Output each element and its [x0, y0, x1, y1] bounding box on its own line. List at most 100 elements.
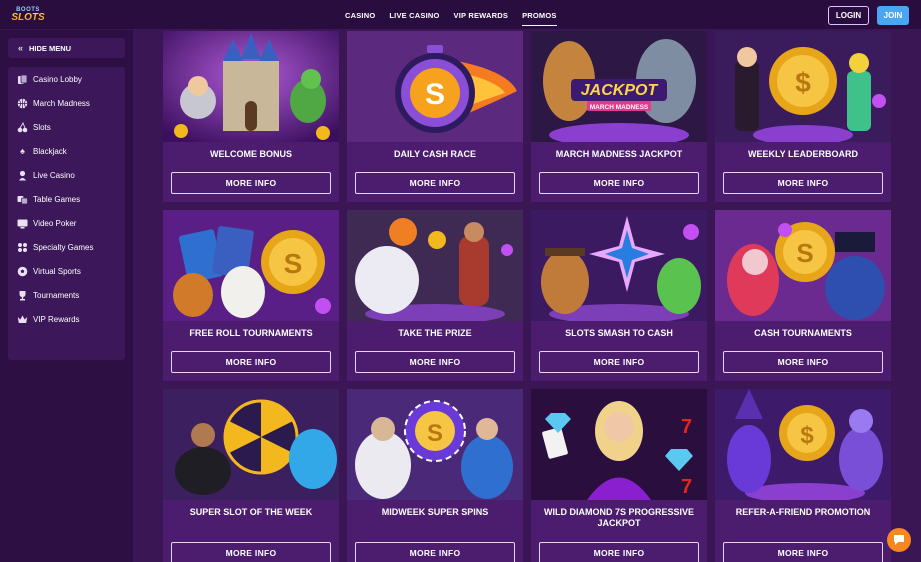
sidebar-item-label: Blackjack	[33, 146, 67, 156]
hide-menu-button[interactable]: « HIDE MENU	[8, 38, 125, 58]
promo-title: MARCH MADNESS JACKPOT	[555, 149, 683, 159]
jackpot-logo-text: JACKPOT	[581, 82, 659, 99]
promo-card-take-the-prize: TAKE THE PRIZE MORE INFO	[347, 210, 523, 381]
cards-icon	[17, 74, 28, 85]
chat-bubble-icon	[894, 535, 904, 545]
svg-text:7: 7	[681, 416, 692, 438]
svg-text:7: 7	[681, 476, 692, 498]
cherries-icon	[17, 121, 28, 133]
promo-image[interactable]	[531, 210, 707, 321]
promo-card-wild-diamond-7s: 7 7 WILD DIAMOND 7S PROGRESSIVE JACKPOT …	[531, 389, 707, 562]
promo-image[interactable]: JACKPOT MARCH MADNESS	[531, 31, 707, 142]
promo-card-march-madness-jackpot: JACKPOT MARCH MADNESS MARCH MADNESS JACK…	[531, 31, 707, 202]
spade-icon: ♠	[20, 146, 25, 156]
more-info-button[interactable]: MORE INFO	[539, 351, 699, 373]
promo-title: WILD DIAMOND 7S PROGRESSIVE JACKPOT	[543, 507, 695, 528]
more-info-button[interactable]: MORE INFO	[723, 351, 883, 373]
sidebar-item-label: Virtual Sports	[33, 266, 81, 276]
more-info-button[interactable]: MORE INFO	[355, 172, 515, 194]
more-info-button[interactable]: MORE INFO	[539, 172, 699, 194]
promo-image[interactable]	[163, 389, 339, 500]
svg-text:S: S	[427, 420, 443, 447]
promo-image[interactable]: 7 7	[531, 389, 707, 500]
sidebar-item-march-madness[interactable]: March Madness	[8, 91, 125, 115]
more-info-button[interactable]: MORE INFO	[171, 172, 331, 194]
more-info-button[interactable]: MORE INFO	[171, 542, 331, 562]
jackpot-logo-subtext: MARCH MADNESS	[590, 104, 649, 111]
grid-icon	[17, 242, 28, 253]
promo-title: WELCOME BONUS	[210, 149, 292, 159]
logo-bottom-text: SLOTS	[11, 12, 45, 23]
promo-card-super-slot-of-the-week: SUPER SLOT OF THE WEEK MORE INFO	[163, 389, 339, 562]
sidebar-item-table-games[interactable]: Table Games	[8, 187, 125, 211]
sidebar-item-tournaments[interactable]: Tournaments	[8, 283, 125, 307]
sidebar-item-label: March Madness	[33, 98, 90, 108]
trophy-icon	[17, 290, 28, 301]
screen-icon	[17, 218, 28, 229]
nav-promos[interactable]: PROMOS	[515, 0, 564, 30]
soccer-ball-icon	[17, 266, 28, 277]
promo-card-midweek-super-spins: S MIDWEEK SUPER SPINS MORE INFO	[347, 389, 523, 562]
site-logo[interactable]: BOOTS SLOTS	[11, 4, 45, 26]
sidebar-item-blackjack[interactable]: ♠ Blackjack	[8, 139, 125, 163]
promo-image[interactable]: S	[715, 210, 891, 321]
sidebar-item-vip-rewards[interactable]: VIP Rewards	[8, 307, 125, 331]
crown-icon	[17, 314, 28, 325]
more-info-button[interactable]: MORE INFO	[355, 351, 515, 373]
sidebar-item-virtual-sports[interactable]: Virtual Sports	[8, 259, 125, 283]
promo-image[interactable]: S	[347, 389, 523, 500]
svg-text:S: S	[796, 238, 813, 268]
promo-card-daily-cash-race: S DAILY CASH RACE MORE INFO	[347, 31, 523, 202]
promo-card-welcome-bonus: WELCOME BONUS MORE INFO	[163, 31, 339, 202]
promo-image[interactable]: $	[715, 31, 891, 142]
promo-card-refer-a-friend: $ REFER-A-FRIEND PROMOTION MORE INFO	[715, 389, 891, 562]
promo-image[interactable]: $	[715, 389, 891, 500]
promo-title: SUPER SLOT OF THE WEEK	[189, 507, 313, 517]
dealer-icon	[17, 170, 28, 181]
sidebar-item-label: Table Games	[33, 194, 81, 204]
promo-image[interactable]	[163, 31, 339, 142]
promo-title: TAKE THE PRIZE	[398, 328, 472, 338]
sidebar-item-label: Casino Lobby	[33, 74, 82, 84]
promo-title: MIDWEEK SUPER SPINS	[381, 507, 489, 517]
promo-title: DAILY CASH RACE	[393, 149, 476, 159]
promo-card-slots-smash-to-cash: SLOTS SMASH TO CASH MORE INFO	[531, 210, 707, 381]
promo-image[interactable]: S	[163, 210, 339, 321]
sidebar-item-slots[interactable]: Slots	[8, 115, 125, 139]
dice-icon	[17, 194, 28, 205]
more-info-button[interactable]: MORE INFO	[723, 172, 883, 194]
sidebar-item-casino-lobby[interactable]: Casino Lobby	[8, 67, 125, 91]
more-info-button[interactable]: MORE INFO	[539, 542, 699, 562]
more-info-button[interactable]: MORE INFO	[171, 351, 331, 373]
nav-live-casino[interactable]: LIVE CASINO	[382, 0, 446, 30]
sidebar-menu: Casino Lobby March Madness Slots ♠ Black…	[8, 67, 125, 360]
sidebar-item-label: Video Poker	[33, 218, 77, 228]
live-chat-button[interactable]	[887, 528, 911, 552]
double-chevron-left-icon: «	[18, 43, 24, 53]
promo-image[interactable]	[347, 210, 523, 321]
nav-vip-rewards[interactable]: VIP REWARDS	[447, 0, 516, 30]
sidebar-item-label: Live Casino	[33, 170, 75, 180]
login-button[interactable]: LOGIN	[828, 6, 869, 25]
hide-menu-label: HIDE MENU	[29, 43, 72, 53]
sidebar: « HIDE MENU Casino Lobby March Madness S…	[0, 30, 133, 562]
nav-casino[interactable]: CASINO	[338, 0, 382, 30]
sidebar-item-specialty-games[interactable]: Specialty Games	[8, 235, 125, 259]
promo-title: SLOTS SMASH TO CASH	[565, 328, 673, 338]
promo-title: WEEKLY LEADERBOARD	[747, 149, 858, 159]
sidebar-item-label: VIP Rewards	[33, 314, 80, 324]
promo-image[interactable]: S	[347, 31, 523, 142]
basketball-icon	[17, 98, 28, 109]
main-nav: CASINO LIVE CASINO VIP REWARDS PROMOS	[338, 0, 564, 30]
more-info-button[interactable]: MORE INFO	[723, 542, 883, 562]
more-info-button[interactable]: MORE INFO	[355, 542, 515, 562]
svg-text:S: S	[284, 248, 303, 279]
svg-text:S: S	[425, 78, 445, 111]
join-button[interactable]: JOIN	[877, 6, 909, 25]
promo-title: CASH TOURNAMENTS	[754, 328, 852, 338]
promo-card-weekly-leaderboard: $ WEEKLY LEADERBOARD MORE INFO	[715, 31, 891, 202]
sidebar-item-live-casino[interactable]: Live Casino	[8, 163, 125, 187]
svg-text:$: $	[800, 422, 814, 449]
sidebar-item-label: Specialty Games	[33, 242, 94, 252]
sidebar-item-video-poker[interactable]: Video Poker	[8, 211, 125, 235]
